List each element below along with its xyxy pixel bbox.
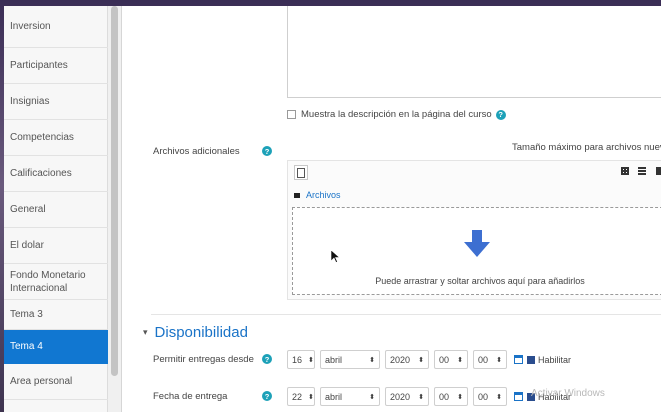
month-value: abril	[325, 354, 343, 365]
hour-value: 00	[439, 391, 450, 402]
enable-label: Habilitar	[538, 354, 572, 365]
sidebar-item-el-dolar[interactable]: El dolar	[4, 228, 108, 264]
sidebar-item-area-personal[interactable]: Area personal	[4, 364, 108, 400]
chevron-down-icon: ⬍	[418, 393, 424, 401]
minute-value: 00	[478, 391, 489, 402]
file-dropzone[interactable]: Puede arrastrar y soltar archivos aquí p…	[292, 207, 661, 295]
minute-select[interactable]: 00 ⬍	[473, 387, 507, 406]
due-date-label: Fecha de entrega	[153, 391, 228, 402]
sidebar-item-insignias[interactable]: Insignias	[4, 84, 108, 120]
help-icon[interactable]: ?	[495, 109, 506, 120]
chevron-down-icon: ▾	[143, 327, 148, 337]
sidebar-item-fondo-monetario[interactable]: Fondo Monetario Internacional	[4, 264, 108, 300]
availability-section-title: Disponibilidad	[154, 324, 248, 341]
year-value: 2020	[390, 354, 411, 365]
chevron-down-icon: ⬍	[457, 356, 463, 364]
description-editor[interactable]	[287, 6, 661, 98]
assignment-settings-form: Muestra la descripción en la página del …	[123, 6, 661, 412]
app-frame: Inversion Participantes Insignias Compet…	[4, 6, 661, 412]
calendar-icon[interactable]	[514, 355, 523, 364]
grid-view-button[interactable]	[618, 165, 632, 177]
hour-value: 00	[439, 354, 450, 365]
list-view-button[interactable]	[635, 165, 649, 177]
chevron-down-icon: ⬍	[308, 356, 314, 364]
allow-submissions-from-date: 16 ⬍ abril ⬍ 2020 ⬍ 00 ⬍ 00 ⬍ Habilitar	[287, 350, 571, 369]
folder-path-link[interactable]: Archivos	[306, 190, 341, 200]
month-value: abril	[325, 391, 343, 402]
upload-arrow-icon	[464, 230, 490, 257]
view-mode-buttons	[615, 165, 661, 177]
file-path-breadcrumb: Archivos	[294, 190, 341, 200]
sidebar-item-inversion[interactable]: Inversion	[4, 6, 108, 48]
list-view-icon	[638, 167, 646, 175]
dropzone-hint: Puede arrastrar y soltar archivos aquí p…	[375, 276, 585, 286]
sidebar-item-competencias[interactable]: Competencias	[4, 120, 108, 156]
chevron-down-icon: ⬍	[369, 356, 375, 364]
help-icon[interactable]: ?	[262, 146, 272, 156]
month-select[interactable]: abril ⬍	[320, 350, 380, 369]
sidebar-item-tema-3[interactable]: Tema 3	[4, 300, 108, 330]
availability-section-header[interactable]: ▾ Disponibilidad	[143, 324, 248, 341]
add-file-button[interactable]	[294, 165, 308, 180]
show-description-label: Muestra la descripción en la página del …	[301, 109, 492, 120]
sidebar-item-tema-4[interactable]: Tema 4	[4, 330, 108, 364]
section-divider	[151, 314, 661, 315]
day-value: 16	[292, 354, 303, 365]
hour-select[interactable]: 00 ⬍	[434, 387, 468, 406]
windows-activation-watermark: Activar Windows	[531, 388, 605, 399]
tree-view-icon	[656, 167, 661, 175]
grid-view-icon	[621, 167, 629, 175]
max-file-size-text: Tamaño máximo para archivos nuevos: Sin …	[512, 142, 661, 153]
hour-select[interactable]: 00 ⬍	[434, 350, 468, 369]
show-description-row: Muestra la descripción en la página del …	[287, 109, 506, 120]
sidebar-scrollbar-thumb[interactable]	[111, 6, 118, 376]
chevron-down-icon: ⬍	[496, 356, 502, 364]
year-select[interactable]: 2020 ⬍	[385, 387, 429, 406]
additional-files-label: Archivos adicionales	[153, 146, 240, 157]
show-description-checkbox[interactable]	[287, 110, 296, 119]
chevron-down-icon: ⬍	[369, 393, 375, 401]
allow-submissions-from-label: Permitir entregas desde	[153, 354, 254, 365]
sidebar-item-general[interactable]: General	[4, 192, 108, 228]
enable-checkbox[interactable]	[527, 355, 535, 364]
chevron-down-icon: ⬍	[496, 393, 502, 401]
chevron-down-icon: ⬍	[308, 393, 314, 401]
file-manager: Archivos Puede arrastrar y soltar archiv…	[287, 160, 661, 300]
chevron-down-icon: ⬍	[457, 393, 463, 401]
minute-select[interactable]: 00 ⬍	[473, 350, 507, 369]
chevron-down-icon: ⬍	[418, 356, 424, 364]
day-select[interactable]: 16 ⬍	[287, 350, 315, 369]
folder-icon	[294, 192, 300, 198]
file-icon	[297, 167, 305, 178]
minute-value: 00	[478, 354, 489, 365]
month-select[interactable]: abril ⬍	[320, 387, 380, 406]
day-select[interactable]: 22 ⬍	[287, 387, 315, 406]
sidebar-item-calificaciones[interactable]: Calificaciones	[4, 156, 108, 192]
help-icon[interactable]: ?	[262, 354, 272, 364]
mouse-cursor-icon	[331, 250, 340, 263]
year-value: 2020	[390, 391, 411, 402]
year-select[interactable]: 2020 ⬍	[385, 350, 429, 369]
due-date-date: 22 ⬍ abril ⬍ 2020 ⬍ 00 ⬍ 00 ⬍ Habilitar	[287, 387, 571, 406]
course-nav-sidebar: Inversion Participantes Insignias Compet…	[4, 6, 108, 412]
day-value: 22	[292, 391, 303, 402]
sidebar-scrollbar[interactable]	[108, 6, 122, 412]
help-icon[interactable]: ?	[262, 391, 272, 401]
sidebar-item-participantes[interactable]: Participantes	[4, 48, 108, 84]
calendar-icon[interactable]	[514, 392, 523, 401]
tree-view-button[interactable]	[652, 165, 661, 177]
